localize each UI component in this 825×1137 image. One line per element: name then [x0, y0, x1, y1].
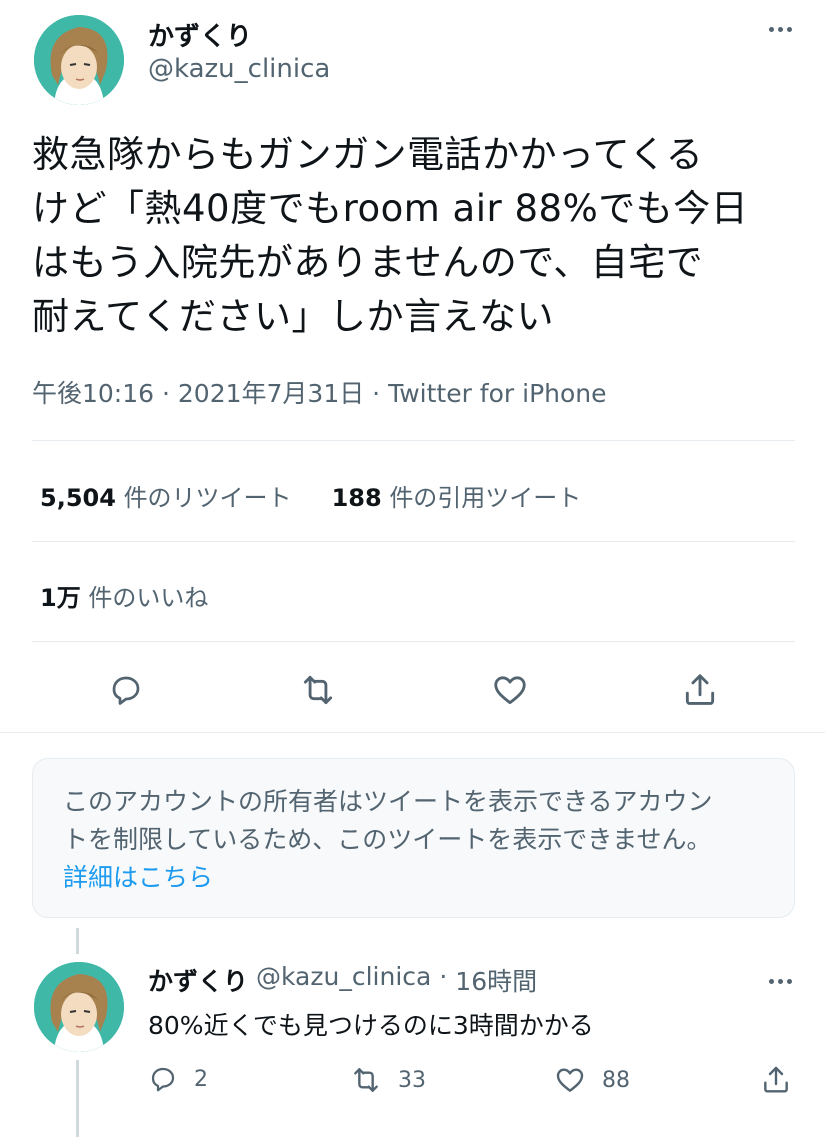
heart-icon: [494, 676, 526, 705]
retweets-stat[interactable]: 5,504 件のリツイート: [40, 478, 292, 513]
retweets-count: 5,504: [40, 484, 116, 512]
likes-row: 1万 件のいいね: [40, 578, 208, 613]
tweet-action-bar: [0, 660, 825, 720]
restricted-tweet-notice: このアカウントの所有者はツイートを表示できるアカウン トを制限しているため、この…: [32, 758, 795, 918]
like-button[interactable]: [488, 668, 532, 712]
quotes-label: 件の引用ツイート: [389, 484, 582, 512]
share-button[interactable]: [760, 1064, 792, 1096]
divider: [0, 732, 825, 733]
notice-text-line: トを制限しているため、このツイートを表示できません。: [63, 825, 712, 854]
reply-icon: [151, 1067, 175, 1092]
reply-time[interactable]: 16時間: [455, 962, 537, 998]
notice-text-line: このアカウントの所有者はツイートを表示できるアカウン: [63, 787, 713, 816]
retweet-icon: [354, 1068, 378, 1092]
divider: [32, 440, 795, 441]
like-button[interactable]: 88: [554, 1064, 630, 1096]
reply-author-avatar[interactable]: [34, 962, 124, 1052]
author-name[interactable]: かずくり: [148, 16, 252, 53]
reply-icon: [112, 676, 140, 705]
share-button[interactable]: [678, 668, 722, 712]
divider: [32, 641, 795, 642]
thread-line: [76, 928, 79, 954]
reply-action-bar: 2 33 88: [0, 1058, 825, 1108]
retweet-icon: [303, 675, 333, 705]
likes-stat[interactable]: 1万 件のいいね: [40, 578, 208, 613]
author-handle[interactable]: @kazu_clinica: [148, 54, 330, 84]
like-count: 88: [602, 1067, 630, 1093]
more-icon[interactable]: [760, 14, 800, 44]
reply-text: 80%近くでも見つけるのに3時間かかる: [148, 1011, 594, 1040]
reply-count: 2: [194, 1066, 208, 1092]
tweet-text-line: 耐えてください」しか言えない: [32, 295, 555, 338]
divider: [32, 541, 795, 542]
quotes-stat[interactable]: 188 件の引用ツイート: [332, 478, 582, 513]
reply-author-handle[interactable]: @kazu_clinica: [256, 962, 431, 998]
retweet-button[interactable]: 33: [350, 1064, 426, 1096]
likes-count: 1万: [40, 584, 81, 612]
retweets-label: 件のリツイート: [123, 484, 292, 512]
learn-more-link[interactable]: 詳細はこちら: [63, 859, 764, 897]
reply-button[interactable]: 2: [148, 1064, 208, 1094]
retweet-count: 33: [398, 1067, 426, 1093]
tweet-text-line: はもう入院先がありませんので、自宅で: [32, 241, 704, 284]
likes-label: 件のいいね: [88, 584, 209, 612]
reply-button[interactable]: [104, 668, 148, 712]
share-icon: [685, 674, 715, 705]
tweet-timestamp[interactable]: 午後10:16 · 2021年7月31日 · Twitter for iPhon…: [32, 374, 607, 410]
retweet-button[interactable]: [296, 668, 340, 712]
reply-author-name[interactable]: かずくり: [148, 962, 248, 998]
tweet-text: 救急隊からもガンガン電話かかってくる けど「熱40度でもroom air 88%…: [32, 128, 802, 344]
author-avatar[interactable]: [34, 15, 124, 105]
tweet-text-line: 救急隊からもガンガン電話かかってくる: [32, 133, 704, 176]
tweet-text-line: けど「熱40度でもroom air 88%でも今日: [32, 187, 749, 230]
quotes-count: 188: [331, 484, 382, 512]
more-icon[interactable]: [760, 966, 800, 996]
heart-icon: [556, 1068, 584, 1092]
separator: ·: [439, 962, 448, 991]
share-icon: [764, 1066, 788, 1093]
stats-row: 5,504 件のリツイート 188 件の引用ツイート: [40, 478, 581, 513]
reply-header: かずくり @kazu_clinica · 16時間: [148, 962, 537, 998]
